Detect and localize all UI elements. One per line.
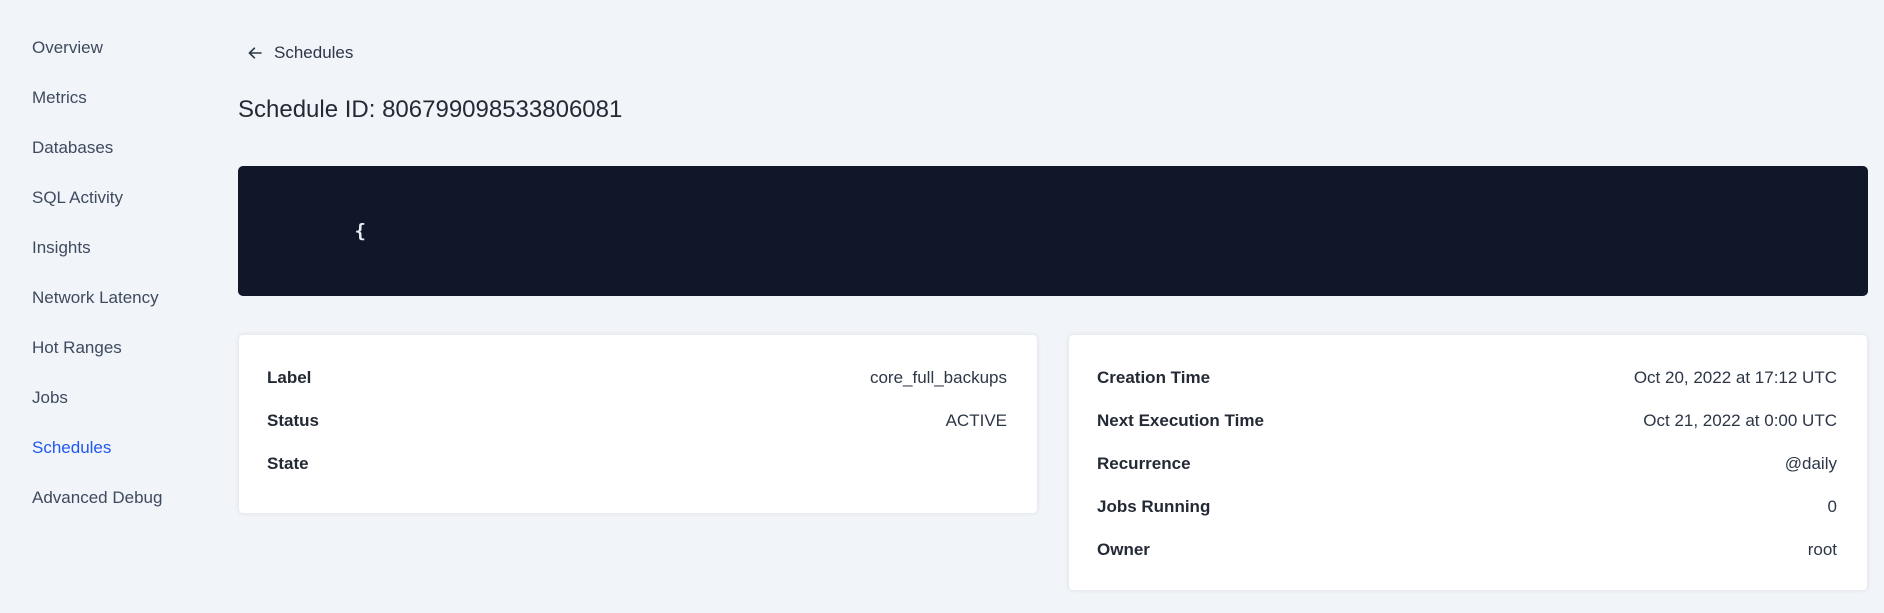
detail-row: Creation Time Oct 20, 2022 at 17:12 UTC [1097,356,1837,399]
code-line-text: { [354,220,366,242]
sidebar: Overview Metrics Databases SQL Activity … [0,0,222,613]
detail-row: Status ACTIVE [267,399,1007,442]
sidebar-item-label: Metrics [32,88,87,107]
sidebar-item-label: Schedules [32,438,112,457]
sidebar-item-label: Jobs [32,388,68,407]
sidebar-item-label: Advanced Debug [32,488,163,507]
sidebar-item-label: Network Latency [32,288,159,307]
sidebar-nav: Overview Metrics Databases SQL Activity … [0,23,222,523]
detail-row-label: Label [267,367,312,387]
detail-cards: Label core_full_backups Status ACTIVE St… [238,334,1868,591]
back-link-label: Schedules [274,43,354,62]
schedule-timing-card: Creation Time Oct 20, 2022 at 17:12 UTC … [1068,334,1868,591]
detail-row: Label core_full_backups [267,356,1007,399]
schedule-definition-code-block: { "backup_statement": "BACKUP INTO 's3:/… [238,166,1868,296]
page-title: Schedule ID: 806799098533806081 [238,96,623,123]
sidebar-item[interactable]: Overview [0,23,222,73]
detail-row: Jobs Running 0 [1097,485,1837,528]
main-content: Schedules Schedule ID: 80679909853380608… [238,0,1868,591]
sidebar-item[interactable]: Hot Ranges [0,323,222,373]
detail-row: State [267,442,1007,485]
detail-row-label: State [267,453,309,473]
detail-row-label: Owner [1097,539,1150,559]
detail-row-value: root [1807,539,1837,559]
detail-row-value: 0 [1827,496,1837,516]
detail-row: Owner root [1097,528,1837,571]
detail-row-label: Recurrence [1097,453,1191,473]
detail-row-label: Status [267,410,319,430]
sidebar-item-label: Databases [32,138,114,157]
sidebar-item-label: Insights [32,238,91,257]
sidebar-item[interactable]: Network Latency [0,273,222,323]
sidebar-item[interactable]: Metrics [0,73,222,123]
sidebar-item[interactable]: SQL Activity [0,173,222,223]
sidebar-item[interactable]: Jobs [0,373,222,423]
sidebar-item[interactable]: Schedules [0,423,222,473]
detail-row-value: Oct 20, 2022 at 17:12 UTC [1633,367,1837,387]
detail-row-label: Creation Time [1097,367,1211,387]
schedule-summary-card: Label core_full_backups Status ACTIVE St… [238,334,1038,514]
detail-row-value: core_full_backups [869,367,1007,387]
detail-row-label: Next Execution Time [1097,410,1264,430]
sidebar-item[interactable]: Insights [0,223,222,273]
detail-row-value: ACTIVE [945,410,1007,430]
sidebar-item[interactable]: Advanced Debug [0,473,222,523]
back-link[interactable]: Schedules [246,42,353,64]
detail-row-value: Oct 21, 2022 at 0:00 UTC [1643,410,1837,430]
detail-row-label: Jobs Running [1097,496,1211,516]
detail-row: Recurrence @daily [1097,442,1837,485]
sidebar-item-label: Hot Ranges [32,338,122,357]
arrow-left-icon [246,44,264,62]
sidebar-item-label: SQL Activity [32,188,124,207]
detail-row: Next Execution Time Oct 21, 2022 at 0:00… [1097,399,1837,442]
code-line: { [263,192,1844,270]
code-line: "backup_statement": "BACKUP INTO 's3://b… [263,270,1844,296]
sidebar-item-label: Overview [32,38,103,57]
sidebar-item[interactable]: Databases [0,123,222,173]
detail-row-value: @daily [1784,453,1837,473]
